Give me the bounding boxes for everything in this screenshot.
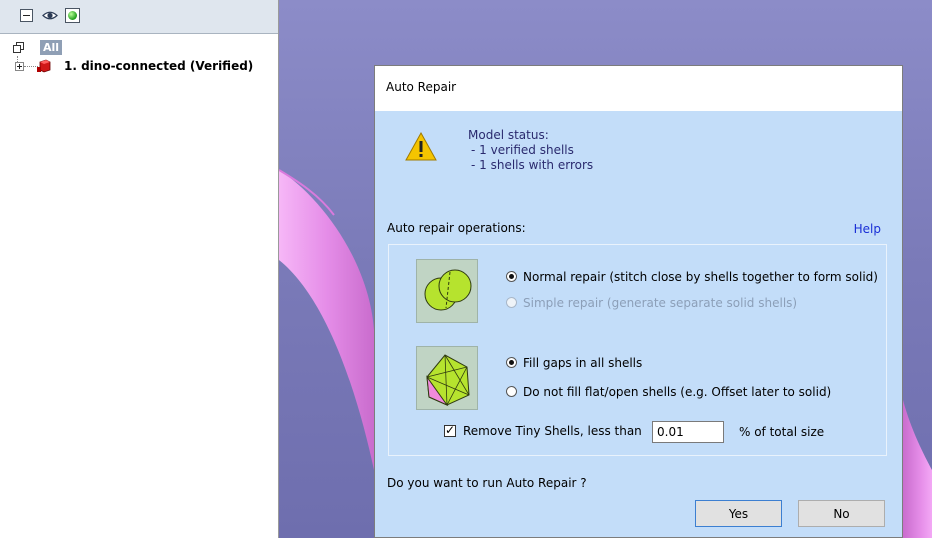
tiny-shells-checkbox[interactable]	[444, 423, 456, 437]
tiny-shells-unit: % of total size	[739, 425, 825, 439]
fill-gaps-icon	[416, 346, 478, 410]
radio-selected-icon[interactable]	[506, 357, 517, 368]
stitch-shells-icon	[416, 259, 478, 323]
part-tree: All 1. dino-connected (Verified)	[0, 34, 278, 538]
auto-repair-dialog: Auto Repair Model status: - 1 verified s…	[374, 65, 903, 538]
tiny-shells-row: Remove Tiny Shells, less than % of total…	[444, 421, 884, 443]
eye-icon[interactable]	[42, 9, 58, 22]
normal-repair-radio[interactable]: Normal repair (stitch close by shells to…	[506, 269, 886, 285]
radio-selected-icon[interactable]	[506, 271, 517, 282]
expand-icon[interactable]	[15, 62, 24, 71]
tiny-shells-input[interactable]	[652, 421, 724, 443]
help-link[interactable]: Help	[854, 222, 881, 236]
tiny-shells-label: Remove Tiny Shells, less than	[463, 424, 642, 438]
status-heading: Model status:	[468, 128, 549, 142]
tree-toolbar	[0, 0, 278, 34]
collapse-icon[interactable]	[20, 9, 33, 22]
radio-unselected-icon[interactable]	[506, 386, 517, 397]
no-fill-radio[interactable]: Do not fill flat/open shells (e.g. Offse…	[506, 384, 886, 400]
no-fill-label: Do not fill flat/open shells (e.g. Offse…	[523, 385, 832, 399]
fill-gaps-radio[interactable]: Fill gaps in all shells	[506, 355, 886, 371]
color-ball-icon[interactable]	[65, 8, 80, 23]
tree-root-all[interactable]: All	[40, 40, 63, 55]
confirm-question: Do you want to run Auto Repair ?	[387, 476, 587, 490]
ops-group: Normal repair (stitch close by shells to…	[388, 244, 887, 456]
tree-connector	[24, 66, 38, 67]
dialog-title: Auto Repair	[386, 80, 457, 94]
status-errors: - 1 shells with errors	[471, 158, 594, 172]
simple-repair-label: Simple repair (generate separate solid s…	[523, 296, 798, 310]
simple-repair-radio: Simple repair (generate separate solid s…	[506, 295, 886, 311]
part-icon	[37, 59, 51, 73]
radio-disabled-icon	[506, 297, 517, 308]
model-status: Model status: - 1 verified shells - 1 sh…	[468, 128, 593, 173]
parts-root-icon	[13, 42, 24, 53]
no-button[interactable]: No	[798, 500, 885, 527]
yes-button[interactable]: Yes	[695, 500, 782, 527]
normal-repair-label: Normal repair (stitch close by shells to…	[523, 270, 878, 284]
dialog-titlebar[interactable]: Auto Repair	[375, 66, 902, 111]
status-verified: - 1 verified shells	[471, 143, 574, 157]
ops-heading: Auto repair operations:	[387, 221, 526, 235]
tree-panel: All 1. dino-connected (Verified)	[0, 0, 279, 538]
fill-gaps-label: Fill gaps in all shells	[523, 356, 643, 370]
warning-icon	[405, 132, 437, 161]
tree-item-dino-connected[interactable]: 1. dino-connected (Verified)	[64, 59, 253, 73]
